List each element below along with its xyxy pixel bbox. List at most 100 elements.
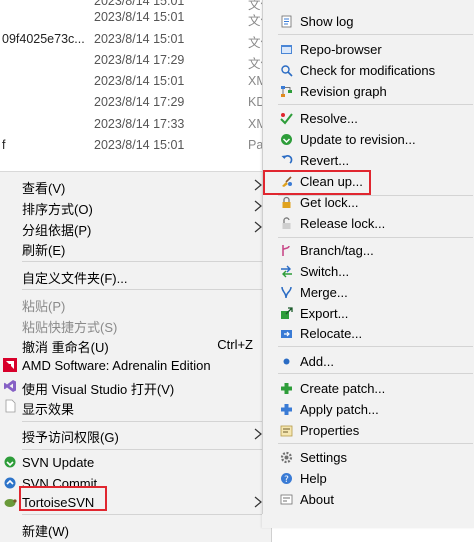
- menu-item-label: Show log: [300, 14, 354, 29]
- file-date: 2023/8/14 15:01: [94, 32, 185, 46]
- svn-item-about[interactable]: About: [263, 489, 474, 510]
- svn-item-revision-graph[interactable]: Revision graph: [263, 81, 474, 102]
- shortcut-key: Ctrl+Z: [217, 337, 253, 352]
- menu-item-label: Add...: [300, 354, 334, 369]
- tortoisesvn-submenu: Show log Repo-browser Check for modifica…: [262, 0, 474, 528]
- menu-item-label: Repo-browser: [300, 42, 382, 57]
- menu-item-label: Settings: [300, 450, 347, 465]
- svn-item-release-lock[interactable]: Release lock...: [263, 213, 474, 234]
- menu-item-customize-folder[interactable]: 自定义文件夹(F)...: [0, 265, 271, 286]
- relocate-icon: [281, 330, 292, 338]
- revert-icon: [281, 155, 293, 164]
- menu-separator: [278, 34, 473, 35]
- menu-item-label: Revert...: [300, 153, 350, 168]
- svn-item-get-lock[interactable]: Get lock...: [263, 192, 474, 213]
- svn-item-help[interactable]: ? Help: [263, 468, 474, 489]
- svn-update-icon: [4, 456, 16, 468]
- menu-item-paste[interactable]: 粘贴(P): [0, 293, 271, 314]
- menu-separator: [278, 443, 473, 444]
- svn-item-check-modifications[interactable]: Check for modifications: [263, 60, 474, 81]
- file-date: 2023/8/14 17:29: [94, 53, 185, 67]
- file-date: 2023/8/14 15:01: [94, 0, 185, 8]
- svn-item-show-log[interactable]: Show log: [263, 11, 474, 32]
- unlock-icon: [282, 217, 291, 229]
- menu-item-amd-software[interactable]: AMD Software: Adrenalin Edition: [0, 355, 271, 376]
- menu-item-new[interactable]: 新建(W): [0, 518, 271, 539]
- svn-item-update-to-revision[interactable]: Update to revision...: [263, 129, 474, 150]
- export-icon: [281, 307, 293, 319]
- tortoise-icon: [4, 499, 17, 507]
- menu-item-label: Export...: [300, 306, 349, 321]
- menu-item-label: Revision graph: [300, 84, 387, 99]
- file-name: 09f4025e73c...: [2, 32, 85, 46]
- file-date: 2023/8/14 15:01: [94, 74, 185, 88]
- menu-item-label: Branch/tag...: [300, 243, 374, 258]
- svn-item-create-patch[interactable]: Create patch...: [263, 378, 474, 399]
- menu-item-label: Help: [300, 471, 327, 486]
- menu-item-label: SVN Update: [22, 455, 95, 470]
- add-icon: [283, 358, 290, 365]
- svn-item-add[interactable]: Add...: [263, 351, 474, 372]
- menu-item-label: Create patch...: [300, 381, 386, 396]
- menu-item-view[interactable]: 查看(V): [0, 175, 271, 196]
- svn-item-properties[interactable]: Properties: [263, 420, 474, 441]
- file-date: 2023/8/14 17:29: [94, 95, 185, 109]
- log-icon: [281, 15, 292, 28]
- highlight-box: [263, 170, 371, 195]
- switch-icon: [281, 265, 292, 278]
- revision-graph-icon: [281, 86, 292, 97]
- apply-patch-icon: [281, 404, 292, 415]
- menu-item-label: Get lock...: [300, 195, 359, 210]
- svn-item-relocate[interactable]: Relocate...: [263, 323, 474, 344]
- menu-item-svn-update[interactable]: SVN Update: [0, 452, 271, 473]
- menu-item-group-by[interactable]: 分组依据(P): [0, 217, 271, 238]
- menu-item-refresh[interactable]: 刷新(E): [0, 237, 271, 258]
- svn-item-export[interactable]: Export...: [263, 303, 474, 324]
- menu-separator: [22, 514, 267, 515]
- check-modifications-icon: [281, 65, 293, 77]
- svn-item-apply-patch[interactable]: Apply patch...: [263, 399, 474, 420]
- menu-item-label: 显示效果: [22, 402, 75, 417]
- menu-item-label: 排序方式(O): [22, 202, 93, 217]
- amd-logo-icon: [3, 358, 17, 372]
- menu-item-label: AMD Software: Adrenalin Edition: [22, 358, 211, 373]
- menu-item-label: Apply patch...: [300, 402, 379, 417]
- menu-separator: [22, 449, 267, 450]
- menu-separator: [278, 346, 473, 347]
- file-name: f: [2, 138, 6, 152]
- update-revision-icon: [281, 134, 292, 145]
- properties-icon: [280, 425, 293, 437]
- menu-item-grant-access[interactable]: 授予访问权限(G): [0, 424, 271, 445]
- menu-item-label: Merge...: [300, 285, 348, 300]
- highlight-box: [19, 486, 107, 511]
- file-date: 2023/8/14 17:33: [94, 117, 185, 131]
- svn-item-branch-tag[interactable]: Branch/tag...: [263, 240, 474, 261]
- menu-item-label: Switch...: [300, 264, 350, 279]
- menu-item-undo-rename[interactable]: 撤消 重命名(U) Ctrl+Z: [0, 334, 271, 355]
- svn-item-merge[interactable]: Merge...: [263, 282, 474, 303]
- menu-separator: [22, 421, 267, 422]
- menu-item-label: 粘贴(P): [22, 299, 66, 314]
- menu-item-show-effects[interactable]: 显示效果: [0, 396, 271, 417]
- create-patch-icon: [281, 383, 292, 394]
- menu-item-label: 新建(W): [22, 524, 69, 539]
- menu-item-label: Check for modifications: [300, 63, 436, 78]
- menu-item-paste-shortcut[interactable]: 粘贴快捷方式(S): [0, 314, 271, 335]
- svn-item-settings[interactable]: Settings: [263, 447, 474, 468]
- menu-item-label: Properties: [300, 423, 360, 438]
- menu-item-label: Release lock...: [300, 216, 386, 231]
- menu-separator: [22, 261, 267, 262]
- menu-item-label: 授予访问权限(G): [22, 430, 119, 445]
- svn-item-switch[interactable]: Switch...: [263, 261, 474, 282]
- gear-icon: [280, 451, 293, 464]
- menu-item-label: Update to revision...: [300, 132, 416, 147]
- menu-item-open-visual-studio[interactable]: 使用 Visual Studio 打开(V): [0, 376, 271, 397]
- svn-item-resolve[interactable]: Resolve...: [263, 108, 474, 129]
- svn-item-revert[interactable]: Revert...: [263, 150, 474, 171]
- menu-separator: [278, 373, 473, 374]
- file-date: 2023/8/14 15:01: [94, 138, 185, 152]
- svn-item-repo-browser[interactable]: Repo-browser: [263, 39, 474, 60]
- menu-item-sort-by[interactable]: 排序方式(O): [0, 196, 271, 217]
- about-icon: [280, 494, 293, 505]
- help-icon: ?: [281, 473, 292, 485]
